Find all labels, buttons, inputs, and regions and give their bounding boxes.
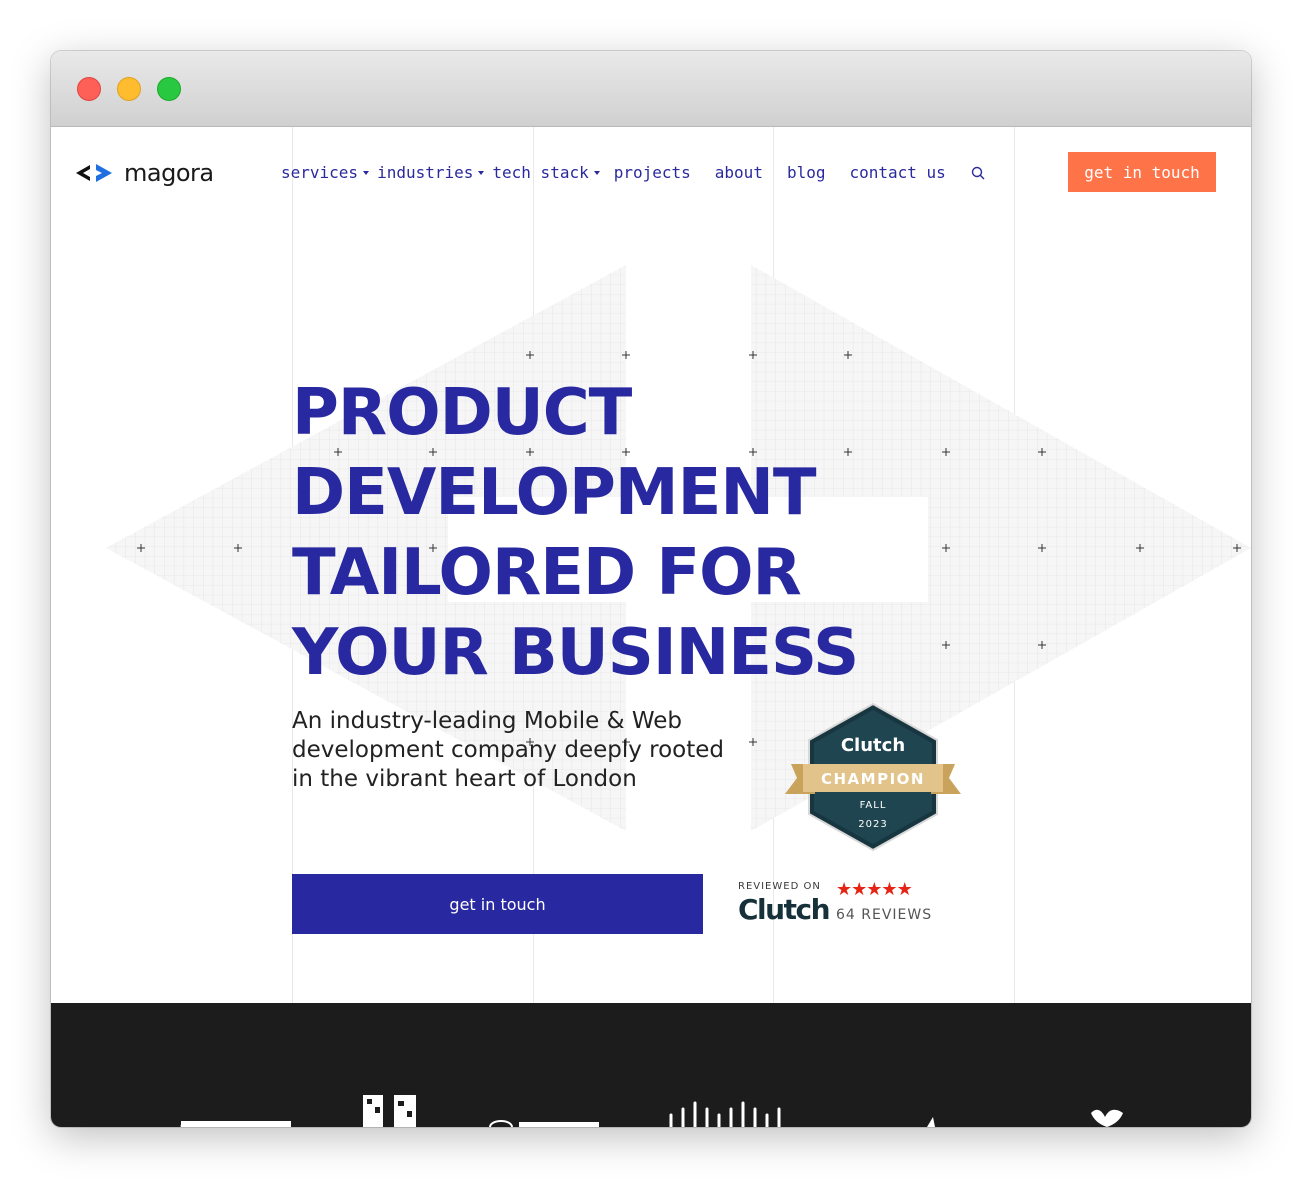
hero-subtitle: An industry-leading Mobile & Web develop… — [292, 708, 725, 792]
butterfly-logo — [1091, 1109, 1123, 1127]
minimize-window-button[interactable] — [117, 77, 141, 101]
hero-title-line: TAILORED FOR — [292, 536, 802, 610]
star-icon: ★ — [896, 879, 913, 899]
main-menu: services industries tech stack projects … — [281, 163, 986, 182]
qr-logo — [363, 1095, 416, 1127]
hero-title: PRODUCT DEVELOPMENT TAILORED FOR YOUR BU… — [292, 373, 859, 693]
nav-item-tech-stack[interactable]: tech stack — [492, 163, 600, 182]
danone-logo — [180, 1121, 291, 1127]
badge-brand: Clutch — [841, 735, 905, 756]
hero-title-line: YOUR BUSINESS — [292, 616, 859, 690]
nav-item-industries[interactable]: industries — [377, 163, 485, 182]
nav-item-label: industries — [377, 163, 474, 182]
rating-stars: ★★★★★ — [836, 879, 913, 900]
cisco-logo — [669, 1101, 781, 1127]
clutch-logo: Clutch — [738, 893, 831, 926]
nav-item-blog[interactable]: blog — [787, 163, 826, 182]
close-window-button[interactable] — [77, 77, 101, 101]
star-icon: ★ — [851, 879, 867, 899]
chevron-down-icon — [478, 170, 485, 175]
review-count: 64 REVIEWS — [836, 907, 933, 923]
toyota-logo — [489, 1120, 599, 1127]
nav-item-projects[interactable]: projects — [614, 163, 691, 182]
nav-item-contact-us[interactable]: contact us — [849, 163, 945, 182]
star-icon: ★ — [836, 879, 852, 899]
bird-logo — [927, 1117, 935, 1127]
webpage: magora services industries tech stack pr… — [51, 127, 1251, 1127]
nav-item-label: tech stack — [492, 163, 589, 182]
nav-item-label: services — [281, 163, 359, 182]
hero-title-line: PRODUCT — [292, 376, 632, 450]
hero-title-line: DEVELOPMENT — [292, 456, 817, 530]
client-logos — [180, 1095, 1123, 1127]
zoom-window-button[interactable] — [157, 77, 181, 101]
chevron-down-icon — [593, 170, 600, 175]
logo-arrows-icon — [76, 164, 112, 182]
site-logo[interactable]: magora — [76, 157, 214, 189]
nav-item-label: about — [714, 163, 763, 182]
window-titlebar — [51, 51, 1251, 127]
get-in-touch-hero-button[interactable]: get in touch — [292, 874, 703, 934]
clutch-champion-badge[interactable]: Clutch CHAMPION FALL 2023 — [785, 702, 961, 852]
badge-season: FALL — [860, 800, 887, 811]
star-icon: ★ — [881, 879, 897, 899]
search-icon[interactable] — [970, 165, 986, 181]
badge-year: 2023 — [858, 819, 887, 830]
nav-item-label: contact us — [849, 163, 946, 182]
badge-title: CHAMPION — [821, 770, 925, 788]
get-in-touch-header-button[interactable]: get in touch — [1068, 152, 1216, 192]
nav-item-about[interactable]: about — [715, 163, 763, 182]
clients-section — [51, 1003, 1251, 1127]
star-icon: ★ — [866, 879, 882, 899]
reviewed-on-label: REVIEWED ON — [738, 881, 821, 892]
nav-item-label: blog — [786, 163, 826, 182]
top-navigation: magora services industries tech stack pr… — [51, 127, 1251, 217]
chevron-down-icon — [363, 170, 370, 175]
browser-window: magora services industries tech stack pr… — [51, 51, 1251, 1127]
nav-item-label: projects — [613, 163, 691, 182]
nav-item-services[interactable]: services — [281, 163, 370, 182]
logo-text: magora — [124, 159, 214, 187]
clutch-review-widget[interactable]: REVIEWED ON Clutch ★★★★★ 64 REVIEWS — [738, 877, 938, 927]
